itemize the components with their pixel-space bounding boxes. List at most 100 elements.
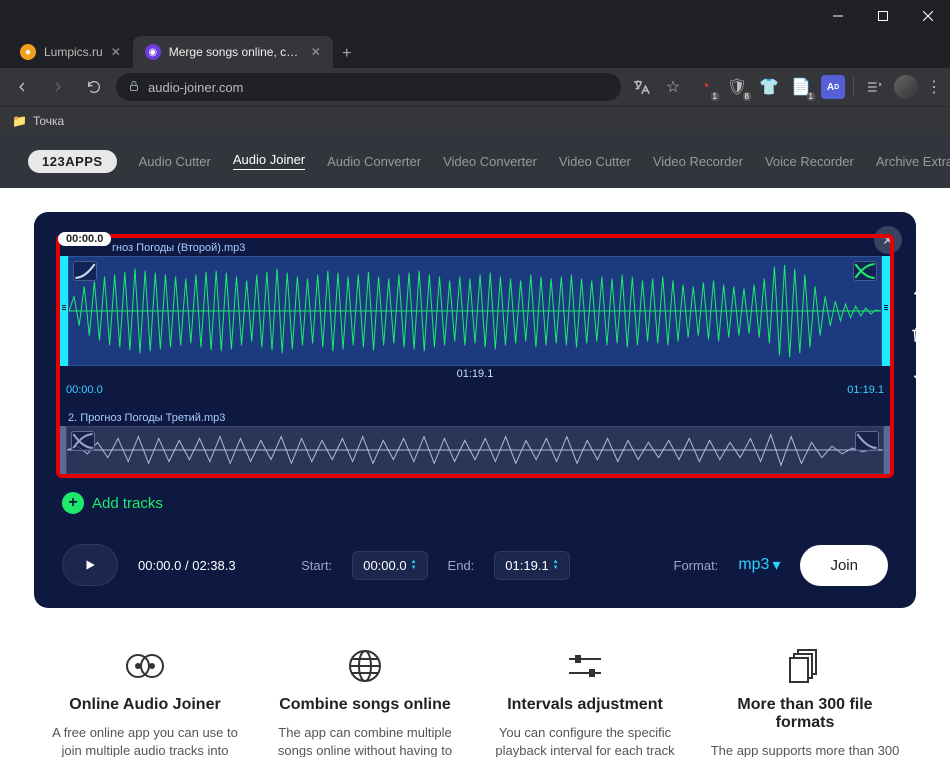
new-tab-button[interactable]: +: [333, 40, 361, 68]
track-2-title: 2. Прогноз Погоды Третий.mp3: [60, 408, 890, 426]
reload-button[interactable]: [80, 73, 108, 101]
move-down-icon[interactable]: [906, 362, 932, 388]
nav-archive-extractor[interactable]: Archive Extractor: [876, 154, 950, 169]
feature-title: Online Audio Joiner: [50, 696, 240, 714]
waveform[interactable]: [66, 426, 884, 474]
feature-online-joiner: Online Audio Joiner A free online app yo…: [50, 646, 240, 757]
tab-close-icon[interactable]: ✕: [311, 45, 321, 59]
delete-icon[interactable]: [906, 322, 932, 348]
nav-video-cutter[interactable]: Video Cutter: [559, 154, 631, 169]
end-time-input[interactable]: 01:19.1 ▲▼: [494, 551, 569, 580]
add-tracks-label: Add tracks: [92, 495, 163, 512]
track-1-times: 00:00.0 01:19.1: [60, 380, 890, 404]
tab-audiojoiner[interactable]: ◉ Merge songs online, combine mp... ✕: [133, 36, 333, 68]
track-1-duration: 01:19.1: [60, 368, 890, 380]
window-maximize[interactable]: [860, 0, 905, 32]
extension-icon[interactable]: 👕: [757, 75, 781, 99]
crossfade-icon[interactable]: [853, 261, 877, 281]
format-select[interactable]: mp3 ▾: [738, 555, 780, 575]
track-tools: [906, 282, 932, 388]
sliders-icon: [490, 646, 680, 686]
crossfade-icon[interactable]: [71, 431, 95, 451]
playhead-time-badge: 00:00.0: [58, 232, 111, 246]
back-button[interactable]: [8, 73, 36, 101]
reading-list-icon[interactable]: [862, 75, 886, 99]
feature-title: Intervals adjustment: [490, 696, 680, 714]
end-label: End:: [448, 558, 475, 573]
nav-video-converter[interactable]: Video Converter: [443, 154, 537, 169]
waveform[interactable]: [68, 256, 882, 366]
browser-tabs: ● Lumpics.ru ✕ ◉ Merge songs online, com…: [0, 32, 950, 68]
start-label: Start:: [301, 558, 332, 573]
track-1-title: гноз Погоды (Второй).mp3: [60, 238, 890, 256]
track-1-area[interactable]: [60, 256, 890, 366]
url-input[interactable]: audio-joiner.com: [116, 73, 621, 101]
plus-icon: +: [62, 492, 84, 514]
track-1: гноз Погоды (Второй).mp3: [60, 238, 890, 404]
favicon-icon: ◉: [145, 44, 161, 60]
track-2-area[interactable]: [60, 426, 890, 474]
rings-icon: [50, 646, 240, 686]
site-nav: 123APPS Audio Cutter Audio Joiner Audio …: [0, 134, 950, 188]
stepper-icon[interactable]: ▲▼: [553, 559, 559, 571]
tab-title: Merge songs online, combine mp...: [169, 45, 303, 59]
browser-menu-icon[interactable]: ⋮: [926, 77, 942, 97]
bookmark-bar: 📁 Точка: [0, 106, 950, 134]
feature-desc: You can configure the specific playback …: [490, 724, 680, 757]
track-end-handle[interactable]: [882, 256, 890, 366]
feature-desc: A free online app you can use to join mu…: [50, 724, 240, 757]
track-1-end: 01:19.1: [847, 384, 884, 396]
track-start-handle[interactable]: [60, 256, 68, 366]
fade-out-icon[interactable]: [855, 431, 879, 451]
extension-icon[interactable]: 📄1: [789, 75, 813, 99]
star-icon[interactable]: ☆: [661, 75, 685, 99]
feature-desc: The app supports more than 300 audio for…: [710, 742, 900, 757]
nav-audio-converter[interactable]: Audio Converter: [327, 154, 421, 169]
url-text: audio-joiner.com: [148, 80, 243, 95]
site-logo[interactable]: 123APPS: [28, 150, 117, 173]
feature-combine-online: Combine songs online The app can combine…: [270, 646, 460, 757]
address-bar: audio-joiner.com ☆ ◔1 🛡8 👕 📄1 AD ⋮: [0, 68, 950, 106]
track-1-start: 00:00.0: [66, 384, 103, 396]
tab-close-icon[interactable]: ✕: [111, 45, 121, 59]
stepper-icon[interactable]: ▲▼: [411, 559, 417, 571]
join-button[interactable]: Join: [800, 545, 888, 586]
nav-audio-cutter[interactable]: Audio Cutter: [139, 154, 211, 169]
globe-icon: [270, 646, 460, 686]
extension-icon[interactable]: ◔1: [693, 75, 717, 99]
add-tracks-button[interactable]: + Add tracks: [62, 492, 894, 514]
start-time-input[interactable]: 00:00.0 ▲▼: [352, 551, 427, 580]
feature-title: More than 300 file formats: [710, 696, 900, 732]
chevron-down-icon: ▾: [772, 555, 780, 575]
player-controls: 00:00.0 / 02:38.3 Start: 00:00.0 ▲▼ End:…: [56, 544, 894, 586]
page-viewport[interactable]: 123APPS Audio Cutter Audio Joiner Audio …: [0, 134, 950, 757]
tab-title: Lumpics.ru: [44, 45, 103, 59]
lock-icon: [128, 80, 140, 95]
features-section: Online Audio Joiner A free online app yo…: [0, 628, 950, 757]
favicon-icon: ●: [20, 44, 36, 60]
nav-video-recorder[interactable]: Video Recorder: [653, 154, 743, 169]
play-button[interactable]: [62, 544, 118, 586]
move-up-icon[interactable]: [906, 282, 932, 308]
feature-title: Combine songs online: [270, 696, 460, 714]
editor-panel: ✕ 00:00.0 гноз Погоды (Второй).mp3: [34, 212, 916, 608]
feature-formats: More than 300 file formats The app suppo…: [710, 646, 900, 757]
window-minimize[interactable]: [815, 0, 860, 32]
nav-voice-recorder[interactable]: Voice Recorder: [765, 154, 854, 169]
bookmark-item[interactable]: Точка: [33, 114, 64, 128]
tab-lumpics[interactable]: ● Lumpics.ru ✕: [8, 36, 133, 68]
translate-extension-icon[interactable]: [629, 75, 653, 99]
forward-button: [44, 73, 72, 101]
profile-avatar[interactable]: [894, 75, 918, 99]
extension-icon[interactable]: 🛡8: [725, 75, 749, 99]
fade-in-icon[interactable]: [73, 261, 97, 281]
extension-icon[interactable]: AD: [821, 75, 845, 99]
folder-icon: 📁: [12, 114, 27, 128]
time-display: 00:00.0 / 02:38.3: [138, 558, 236, 573]
format-label: Format:: [674, 558, 719, 573]
feature-intervals: Intervals adjustment You can configure t…: [490, 646, 680, 757]
track-end-handle[interactable]: [884, 426, 890, 474]
files-icon: [710, 646, 900, 686]
nav-audio-joiner[interactable]: Audio Joiner: [233, 152, 305, 170]
window-close[interactable]: [905, 0, 950, 32]
